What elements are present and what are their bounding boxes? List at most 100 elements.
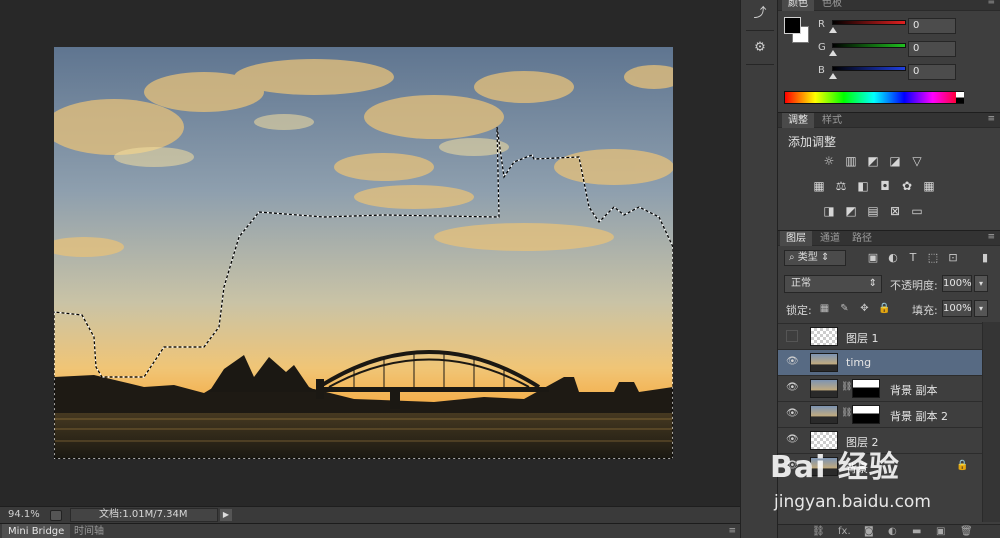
add-mask-icon[interactable]: ◙ bbox=[864, 525, 874, 538]
selective-color-icon[interactable]: ⊠ bbox=[888, 204, 902, 218]
opacity-label: 不透明度: bbox=[890, 279, 938, 292]
posterize-icon[interactable]: ◩ bbox=[844, 204, 858, 218]
tab-layers[interactable]: 图层 bbox=[780, 231, 812, 246]
lock-label: 锁定: bbox=[786, 304, 812, 317]
lock-image-icon[interactable]: ✎ bbox=[838, 302, 851, 315]
channel-g-thumb[interactable] bbox=[829, 50, 837, 56]
exposure-icon[interactable]: ◪ bbox=[888, 154, 902, 168]
channel-b-input[interactable]: 0 bbox=[908, 64, 956, 80]
tab-paths[interactable]: 路径 bbox=[846, 231, 878, 246]
eye-icon[interactable]: 👁 bbox=[786, 408, 799, 420]
layer-mask-thumbnail[interactable] bbox=[852, 405, 880, 424]
layer-thumbnail bbox=[810, 379, 838, 398]
link-icon[interactable]: ⛓ bbox=[841, 408, 852, 418]
canvas-workspace[interactable] bbox=[0, 0, 740, 506]
channel-mixer-icon[interactable]: ✿ bbox=[900, 179, 914, 193]
threshold-icon[interactable]: ▤ bbox=[866, 204, 880, 218]
layer-row[interactable]: 👁 ⛓ 背景 副本 bbox=[778, 375, 982, 401]
visibility-toggle[interactable] bbox=[786, 330, 798, 342]
layer-name[interactable]: timg bbox=[846, 356, 871, 369]
layer-name[interactable]: 背景 副本 bbox=[890, 382, 938, 398]
layer-row[interactable]: 👁 ⛓ 背景 副本 2 bbox=[778, 401, 982, 427]
lock-transparent-icon[interactable]: ▦ bbox=[818, 302, 831, 315]
layer-row-selected[interactable]: 👁 timg bbox=[778, 349, 982, 375]
new-adjustment-icon[interactable]: ◐ bbox=[888, 525, 897, 538]
bottom-panel-bar: Mini Bridge 时间轴 ≡ bbox=[0, 523, 740, 538]
curves-icon[interactable]: ◩ bbox=[866, 154, 880, 168]
fill-input[interactable]: 100% bbox=[942, 300, 972, 317]
history-icon[interactable]: ⤴ bbox=[750, 4, 770, 24]
lock-position-icon[interactable]: ✥ bbox=[858, 302, 871, 315]
black-white-swatch[interactable] bbox=[956, 92, 964, 103]
fx-icon[interactable]: fx. bbox=[838, 525, 851, 538]
brightness-icon[interactable]: ☼ bbox=[822, 154, 836, 168]
trash-icon[interactable]: 🗑 bbox=[960, 525, 973, 538]
new-group-icon[interactable]: ▬ bbox=[912, 525, 921, 538]
tab-color[interactable]: 颜色 bbox=[782, 0, 814, 11]
tab-mini-bridge[interactable]: Mini Bridge bbox=[2, 524, 71, 538]
document-canvas[interactable] bbox=[54, 47, 673, 459]
link-layers-icon[interactable]: ⛓ bbox=[812, 525, 825, 538]
hue-saturation-icon[interactable]: ▦ bbox=[812, 179, 826, 193]
layer-filter-select[interactable]: ⌕ 类型 ⇕ bbox=[784, 250, 846, 266]
opacity-dropdown[interactable]: ▾ bbox=[974, 275, 988, 292]
eye-icon[interactable]: 👁 bbox=[786, 382, 799, 394]
baidu-watermark: Bai 经验 jingyan.baidu.com bbox=[770, 442, 950, 520]
tab-swatches[interactable]: 色板 bbox=[816, 0, 848, 11]
color-spectrum-bar[interactable] bbox=[784, 91, 964, 104]
color-lookup-icon[interactable]: ▦ bbox=[922, 179, 936, 193]
channel-r-thumb[interactable] bbox=[829, 27, 837, 33]
channel-b-label: B bbox=[818, 65, 825, 76]
filter-shape-icon[interactable]: ⬚ bbox=[926, 251, 940, 265]
panel-menu-icon[interactable]: ≡ bbox=[987, 114, 995, 124]
channel-b-slider[interactable] bbox=[832, 66, 906, 71]
play-arrow-icon[interactable]: ▶ bbox=[220, 509, 232, 521]
layer-row[interactable]: 图层 1 bbox=[778, 323, 982, 349]
channel-r-slider[interactable] bbox=[832, 20, 906, 25]
filter-type-icon[interactable]: T bbox=[906, 251, 920, 265]
fill-dropdown[interactable]: ▾ bbox=[974, 300, 988, 317]
gradient-map-icon[interactable]: ▭ bbox=[910, 204, 924, 218]
channel-b-thumb[interactable] bbox=[829, 73, 837, 79]
filter-pixel-icon[interactable]: ▣ bbox=[866, 251, 880, 265]
filter-smart-object-icon[interactable]: ⊡ bbox=[946, 251, 960, 265]
tab-timeline[interactable]: 时间轴 bbox=[68, 524, 110, 538]
tab-channels[interactable]: 通道 bbox=[814, 231, 846, 246]
blend-mode-select[interactable]: 正常 ⇕ bbox=[784, 275, 882, 293]
status-icon[interactable] bbox=[50, 510, 62, 521]
blend-mode-value: 正常 bbox=[791, 278, 811, 289]
layers-scrollbar[interactable] bbox=[982, 322, 1000, 522]
panel-menu-icon[interactable]: ≡ bbox=[987, 232, 995, 242]
foreground-color-swatch[interactable] bbox=[784, 17, 801, 34]
invert-icon[interactable]: ◨ bbox=[822, 204, 836, 218]
levels-icon[interactable]: ▥ bbox=[844, 154, 858, 168]
panel-menu-icon[interactable]: ≡ bbox=[728, 526, 736, 536]
layer-name[interactable]: 图层 1 bbox=[846, 330, 879, 346]
filter-kind-label: 类型 bbox=[797, 252, 818, 263]
opacity-input[interactable]: 100% bbox=[942, 275, 972, 292]
link-icon[interactable]: ⛓ bbox=[841, 382, 852, 392]
eye-icon[interactable]: 👁 bbox=[786, 356, 799, 368]
channel-g-input[interactable]: 0 bbox=[908, 41, 956, 57]
status-bar: 94.1% 文档:1.01M/7.34M ▶ bbox=[0, 506, 740, 523]
tab-styles[interactable]: 样式 bbox=[816, 113, 848, 128]
zoom-level[interactable]: 94.1% bbox=[8, 509, 40, 520]
new-layer-icon[interactable]: ▣ bbox=[936, 525, 945, 538]
filter-toggle-icon[interactable]: ▮ bbox=[978, 251, 992, 265]
lock-all-icon[interactable]: 🔒 bbox=[878, 302, 891, 315]
add-adjustment-title: 添加调整 bbox=[788, 135, 837, 149]
channel-r-label: R bbox=[818, 19, 825, 30]
channel-g-slider[interactable] bbox=[832, 43, 906, 48]
properties-icon[interactable]: ⚙ bbox=[750, 38, 770, 58]
black-white-icon[interactable]: ◧ bbox=[856, 179, 870, 193]
layer-name[interactable]: 背景 副本 2 bbox=[890, 408, 948, 424]
color-balance-icon[interactable]: ⚖ bbox=[834, 179, 848, 193]
channel-r-input[interactable]: 0 bbox=[908, 18, 956, 34]
layer-mask-thumbnail[interactable] bbox=[852, 379, 880, 398]
photo-filter-icon[interactable]: ◘ bbox=[878, 179, 892, 193]
layers-panel-tabs: 图层 通道 路径 ≡ bbox=[778, 230, 1000, 246]
tab-adjustments[interactable]: 调整 bbox=[782, 113, 814, 128]
panel-menu-icon[interactable]: ≡ bbox=[987, 0, 995, 7]
filter-adjust-icon[interactable]: ◐ bbox=[886, 251, 900, 265]
vibrance-icon[interactable]: ▽ bbox=[910, 154, 924, 168]
